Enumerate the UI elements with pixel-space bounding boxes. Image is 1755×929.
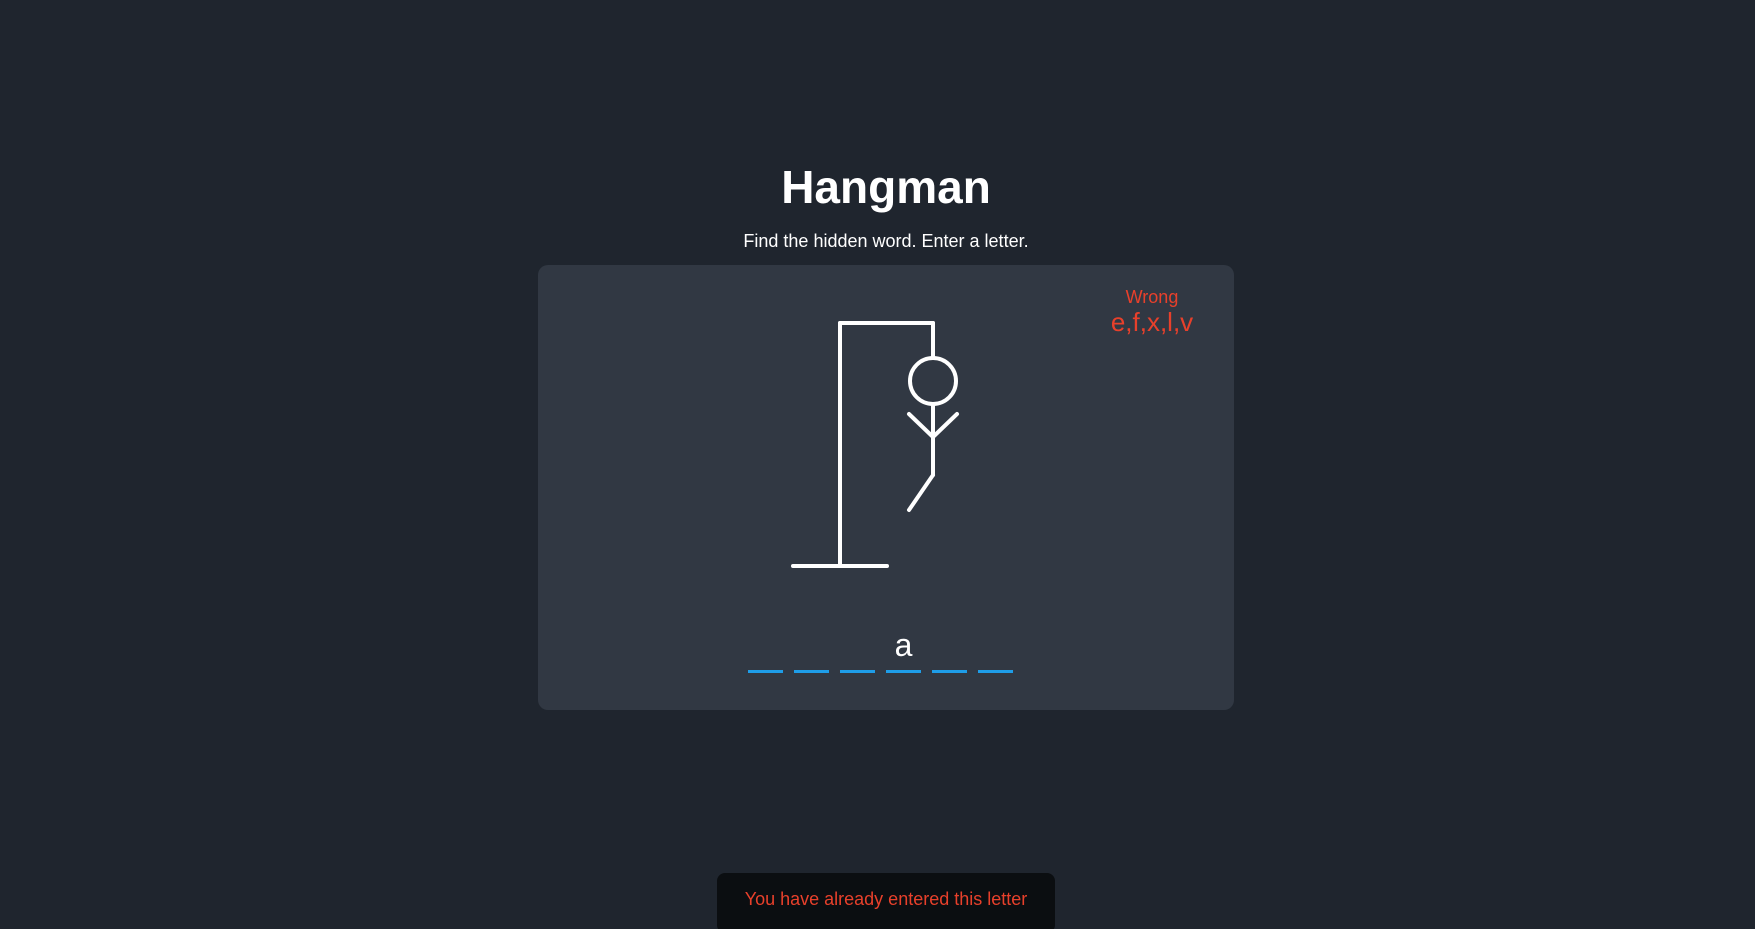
- letter-slot: [794, 621, 829, 673]
- game-container: Wrong e,f,x,l,v a: [538, 265, 1234, 710]
- letter-slot: [748, 621, 783, 673]
- instructions-text: Find the hidden word. Enter a letter.: [743, 231, 1029, 251]
- figure-head: [908, 356, 958, 406]
- notification-toast: You have already entered this letter: [717, 873, 1055, 929]
- wrong-label: Wrong: [1125, 287, 1179, 307]
- figure-left-leg: [907, 473, 935, 512]
- figure-right-arm: [931, 412, 959, 439]
- letter-slot-char: a: [894, 627, 913, 663]
- letter-slot: [840, 621, 875, 673]
- figure-left-arm: [907, 412, 935, 439]
- letter-slot: a: [886, 621, 921, 673]
- notification-message: You have already entered this letter: [744, 889, 1028, 909]
- page: Hangman Find the hidden word. Enter a le…: [0, 0, 1755, 929]
- wrong-letters-list: e,f,x,l,v: [1110, 307, 1194, 337]
- letter-slot: [932, 621, 967, 673]
- page-title: Hangman: [781, 161, 991, 213]
- hidden-word: a: [748, 621, 1013, 673]
- letter-slot: [978, 621, 1013, 673]
- wrong-letters-panel: Wrong e,f,x,l,v: [1092, 287, 1212, 337]
